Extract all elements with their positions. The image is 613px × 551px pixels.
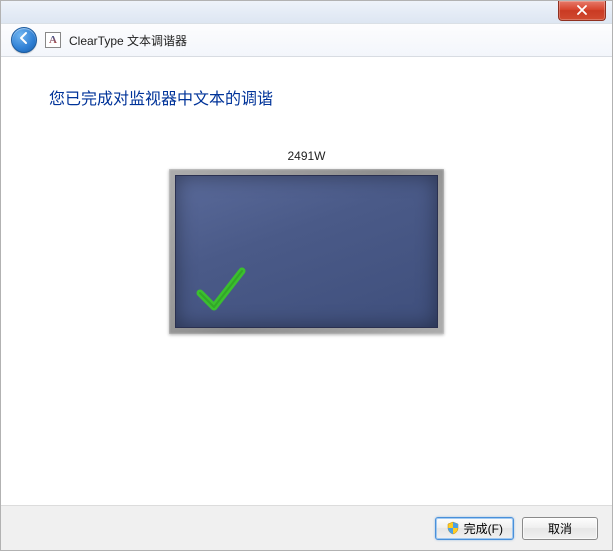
finish-button-label: 完成(F) <box>464 520 503 537</box>
wizard-header: A ClearType 文本调谐器 <box>1 24 612 57</box>
cancel-button-label: 取消 <box>548 520 572 537</box>
wizard-window: A ClearType 文本调谐器 您已完成对监视器中文本的调谐 2491W <box>0 0 613 551</box>
shield-icon <box>446 521 460 535</box>
monitor-screen <box>175 175 438 328</box>
monitor-name-label: 2491W <box>287 149 325 163</box>
back-button[interactable] <box>11 27 37 53</box>
finish-button[interactable]: 完成(F) <box>435 517 514 540</box>
back-arrow-icon <box>17 31 31 50</box>
app-title: ClearType 文本调谐器 <box>69 32 187 49</box>
close-button[interactable] <box>558 1 606 21</box>
monitor-bezel <box>169 169 444 334</box>
close-icon <box>576 2 588 20</box>
monitor-preview-area: 2491W <box>49 149 564 334</box>
checkmark-icon <box>194 263 248 317</box>
page-heading: 您已完成对监视器中文本的调谐 <box>49 85 564 109</box>
window-titlebar <box>1 1 612 24</box>
wizard-content: 您已完成对监视器中文本的调谐 2491W <box>1 57 612 505</box>
cancel-button[interactable]: 取消 <box>522 517 598 540</box>
wizard-footer: 完成(F) 取消 <box>1 505 612 550</box>
monitor-graphic <box>169 169 444 334</box>
app-icon: A <box>45 32 61 48</box>
